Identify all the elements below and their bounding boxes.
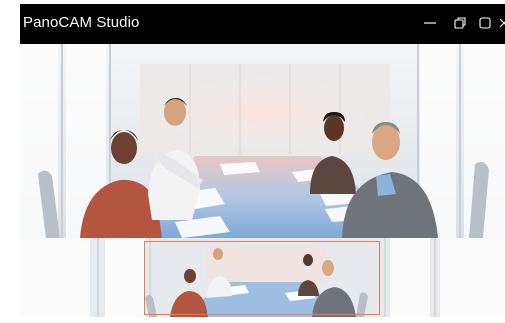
restore-button[interactable] — [450, 13, 470, 33]
window-title: PanoCAM Studio — [23, 14, 140, 31]
close-button[interactable] — [498, 13, 505, 33]
main-camera-view[interactable] — [20, 44, 505, 238]
maximize-icon — [478, 16, 492, 30]
meeting-room-panorama — [20, 44, 505, 238]
restore-icon — [453, 16, 467, 30]
maximize-button[interactable] — [475, 13, 495, 33]
minimize-icon — [423, 16, 437, 30]
view-selection-frame[interactable] — [144, 241, 380, 315]
title-bar[interactable]: PanoCAM Studio — [20, 4, 505, 42]
app-window: PanoCAM Studio — [20, 4, 505, 317]
close-icon — [499, 16, 505, 30]
minimize-button[interactable] — [420, 13, 440, 33]
